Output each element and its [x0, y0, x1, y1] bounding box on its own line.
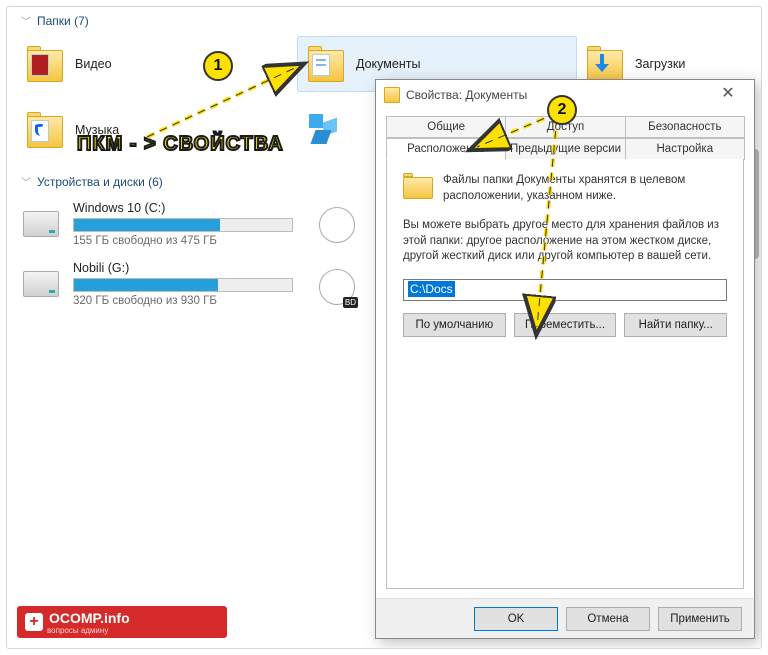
capacity-bar	[73, 218, 293, 232]
chevron-down-icon: ﹀	[21, 13, 31, 28]
annotation-hint-text: ПКМ - > СВОЙСТВА	[77, 133, 284, 156]
folder-icon	[25, 44, 65, 84]
drive-g[interactable]: Nobili (G:) 320 ГБ свободно из 930 ГБ	[23, 261, 293, 307]
explorer-window: ﹀ Папки (7) Видео Документы Загрузки	[6, 6, 762, 649]
folder-icon	[25, 110, 65, 150]
folder-downloads-label: Загрузки	[635, 57, 685, 71]
watermark: + OCOMP.info вопросы админу	[17, 606, 227, 638]
section-folders-header[interactable]: ﹀ Папки (7)	[7, 7, 761, 32]
annotation-badge-1: 1	[203, 51, 233, 81]
location-desc-2: Вы можете выбрать другое место для хране…	[403, 218, 727, 265]
location-button-row: По умолчанию Переместить... Найти папку.…	[403, 313, 727, 337]
section-drives-label: Устройства и диски (6)	[37, 175, 163, 189]
drive-c[interactable]: Windows 10 (C:) 155 ГБ свободно из 475 Г…	[23, 201, 293, 247]
location-path-input[interactable]: C:\Docs	[403, 279, 727, 301]
capacity-bar	[73, 278, 293, 292]
optical-drives: BD	[319, 207, 355, 331]
dialog-footer: OK Отмена Применить	[376, 598, 754, 638]
cancel-button[interactable]: Отмена	[566, 607, 650, 631]
properties-dialog: Свойства: Документы ✕ Общие Доступ Безоп…	[375, 79, 755, 639]
apply-button[interactable]: Применить	[658, 607, 742, 631]
capacity-fill	[74, 219, 220, 231]
hdd-icon	[23, 271, 59, 297]
hdd-icon	[23, 211, 59, 237]
disc-icon[interactable]	[319, 207, 355, 243]
path-selected-text: C:\Docs	[408, 281, 455, 297]
capacity-fill	[74, 279, 218, 291]
restore-default-button[interactable]: По умолчанию	[403, 313, 506, 337]
download-arrow-icon	[595, 54, 609, 74]
tab-general[interactable]: Общие	[386, 116, 506, 138]
folder-video-label: Видео	[75, 57, 112, 71]
location-desc-1: Файлы папки Документы хранятся в целевом…	[443, 173, 727, 204]
folder-icon	[585, 44, 625, 84]
tab-panel-location: Файлы папки Документы хранятся в целевом…	[386, 159, 744, 589]
drive-name: Windows 10 (C:)	[73, 201, 293, 215]
tab-previous-versions[interactable]: Предыдущие версии	[505, 138, 625, 160]
tab-customize[interactable]: Настройка	[625, 138, 745, 160]
bd-disc-icon[interactable]: BD	[319, 269, 355, 305]
watermark-sub: вопросы админу	[47, 626, 130, 635]
cube-icon	[305, 110, 345, 150]
find-target-button[interactable]: Найти папку...	[624, 313, 727, 337]
tab-security[interactable]: Безопасность	[625, 116, 745, 138]
tab-location[interactable]: Расположение	[386, 138, 506, 160]
drive-sub: 155 ГБ свободно из 475 ГБ	[73, 235, 293, 247]
drive-name: Nobili (G:)	[73, 261, 293, 275]
move-button[interactable]: Переместить...	[514, 313, 617, 337]
folder-video[interactable]: Видео	[17, 36, 297, 92]
folder-icon	[384, 87, 400, 103]
chevron-down-icon: ﹀	[21, 174, 31, 189]
drive-info: Nobili (G:) 320 ГБ свободно из 930 ГБ	[73, 261, 293, 307]
folder-documents-label: Документы	[356, 57, 420, 71]
plus-icon: +	[25, 613, 43, 631]
annotation-badge-2: 2	[547, 95, 577, 125]
watermark-text: OCOMP.info	[49, 610, 130, 626]
dialog-tabs: Общие Доступ Безопасность Расположение П…	[386, 116, 744, 589]
close-button[interactable]: ✕	[708, 84, 748, 106]
section-folders-label: Папки (7)	[37, 14, 89, 28]
ok-button[interactable]: OK	[474, 607, 558, 631]
folder-icon	[403, 173, 433, 199]
drive-info: Windows 10 (C:) 155 ГБ свободно из 475 Г…	[73, 201, 293, 247]
drive-sub: 320 ГБ свободно из 930 ГБ	[73, 295, 293, 307]
folder-icon	[306, 44, 346, 84]
